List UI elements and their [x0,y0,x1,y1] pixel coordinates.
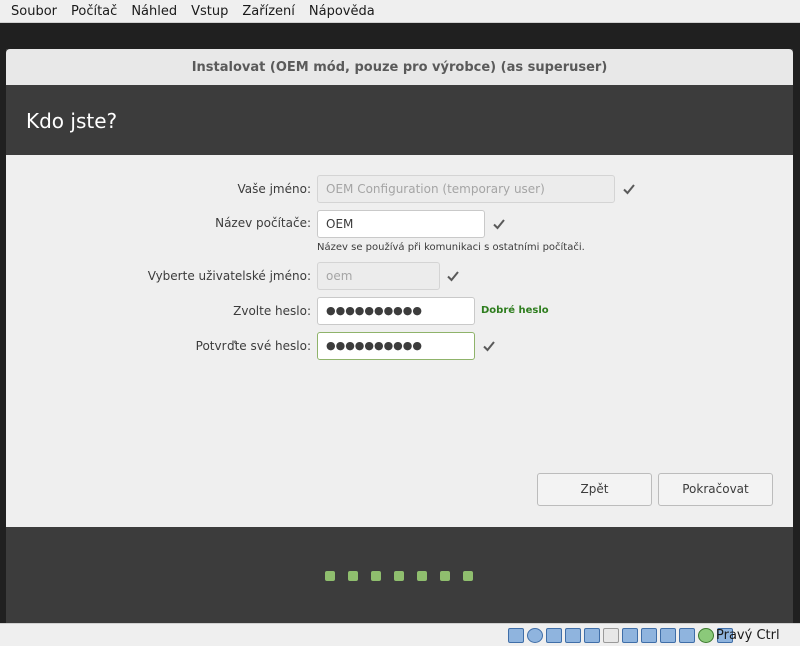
host-statusbar: Pravý Ctrl [0,623,800,646]
username-label: Vyberte uživatelské jméno: [147,269,311,283]
progress-step [417,571,427,581]
status-icons [508,628,733,643]
checkmark-icon [447,271,459,282]
page-header: Kdo jste? [6,85,793,155]
cpu-icon[interactable] [679,628,695,643]
menu-machine[interactable]: Počítač [64,0,124,23]
mouse-integration-icon[interactable] [698,628,714,643]
network-icon[interactable] [565,628,581,643]
confirm-password-label: Potvrďte své heslo: [195,339,311,353]
progress-indicator [325,571,473,581]
progress-step [325,571,335,581]
menu-input[interactable]: Vstup [184,0,235,23]
continue-button[interactable]: Pokračovat [658,473,773,506]
audio-icon[interactable] [546,628,562,643]
progress-step [348,571,358,581]
checkmark-icon [483,341,495,352]
menu-devices[interactable]: Zařízení [235,0,302,23]
hard-disk-icon[interactable] [508,628,524,643]
confirm-password-field[interactable]: ●●●●●●●●●● [317,332,475,360]
menu-help[interactable]: Nápověda [302,0,382,23]
password-field[interactable]: ●●●●●●●●●● [317,297,475,325]
your-name-label: Vaše jméno: [237,182,311,196]
back-button[interactable]: Zpět [537,473,652,506]
usb-icon[interactable] [584,628,600,643]
password-label: Zvolte heslo: [233,304,311,318]
checkmark-icon [623,184,635,195]
progress-step [394,571,404,581]
optical-drive-icon[interactable] [527,628,543,643]
progress-step [371,571,381,581]
menu-view[interactable]: Náhled [124,0,184,23]
computer-name-label: Název počítače: [215,216,311,230]
host-key-label[interactable]: Pravý Ctrl [716,626,780,645]
progress-step [463,571,473,581]
window-title[interactable]: Instalovat (OEM mód, pouze pro výrobce) … [6,49,793,85]
checkmark-icon [493,219,505,230]
computer-name-hint: Název se používá při komunikaci s ostatn… [317,242,585,253]
form-area: Vaše jméno: OEM Configuration (temporary… [6,155,793,527]
vm-screen: Instalovat (OEM mód, pouze pro výrobce) … [0,23,800,623]
installer-window: Instalovat (OEM mód, pouze pro výrobce) … [6,49,793,623]
your-name-field[interactable]: OEM Configuration (temporary user) [317,175,615,203]
computer-name-field[interactable]: OEM [317,210,485,238]
password-strength: Dobré heslo [481,305,549,316]
host-menubar: Soubor Počítač Náhled Vstup Zařízení Náp… [0,0,800,23]
slideshow-footer [6,527,793,623]
virtualization-icon[interactable] [660,628,676,643]
menu-file[interactable]: Soubor [4,0,64,23]
username-field[interactable]: oem [317,262,440,290]
shared-folders-icon[interactable] [603,628,619,643]
progress-step [440,571,450,581]
page-title: Kdo jste? [26,109,118,133]
video-capture-icon[interactable] [641,628,657,643]
display-icon[interactable] [622,628,638,643]
